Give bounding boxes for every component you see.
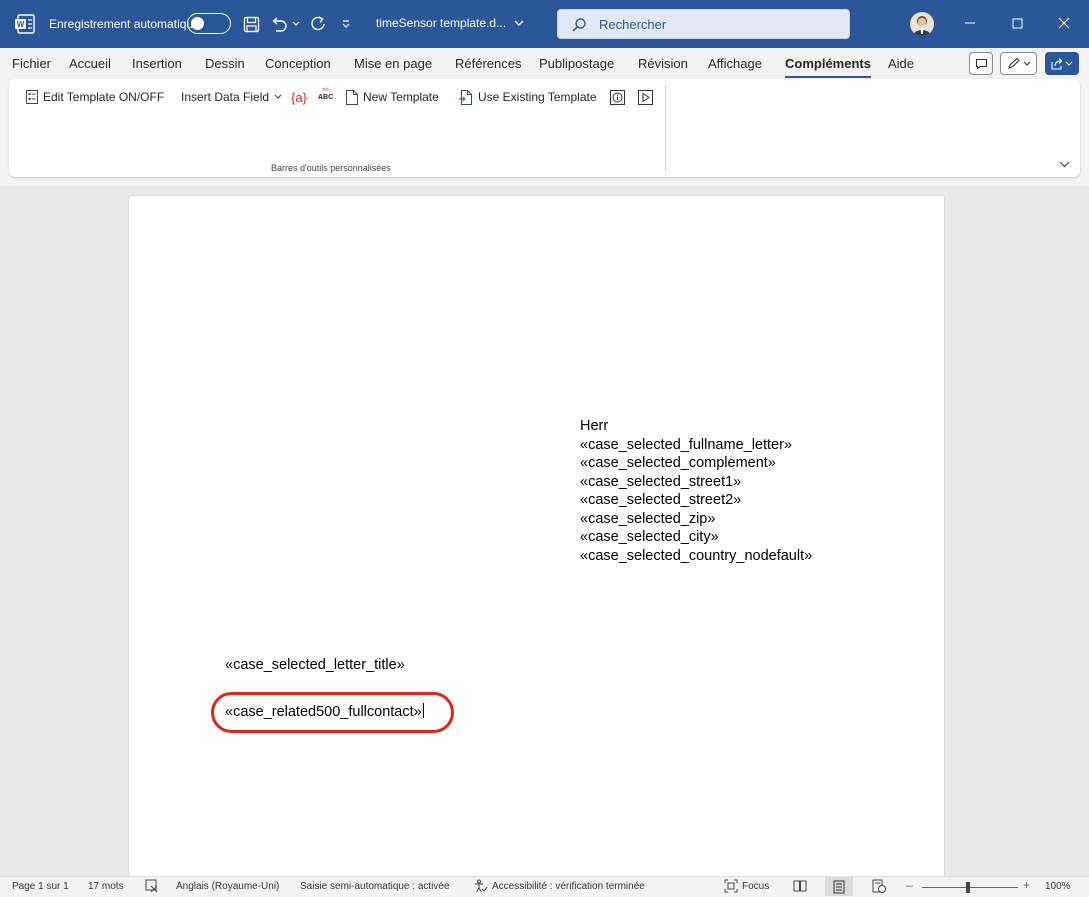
insert-data-field-label: Insert Data Field [181,90,270,104]
accessibility-label: Accessibilité : vérification terminée [492,881,645,892]
autocomplete-status[interactable]: Saisie semi-automatique : activée [300,881,450,892]
status-bar: Page 1 sur 1 17 mots Anglais (Royaume-Un… [0,876,1089,897]
edit-template-button[interactable]: Edit Template ON/OFF [26,88,164,106]
proofing-icon[interactable] [145,879,159,893]
undo-dropdown-chevron-icon[interactable] [291,11,301,37]
redo-icon[interactable] [308,11,328,37]
abc-icon: ABC [318,94,334,101]
salutation-line[interactable]: Herr [580,417,608,436]
template-icon [26,90,38,104]
close-icon[interactable] [1051,10,1077,36]
merge-field-fullname[interactable]: «case_selected_fullname_letter» [580,436,792,455]
red-highlight-annotation [211,692,454,733]
zoom-out-button[interactable]: – [906,878,913,892]
title-bar: W Enregistrement automatique timeSensor … [0,0,1089,48]
autosave-label: Enregistrement automatique [49,17,200,31]
pen-icon [1007,57,1030,69]
new-document-icon [346,89,358,105]
ribbon-separator [665,85,666,171]
tab-aide[interactable]: Aide [888,56,914,71]
page-count[interactable]: Page 1 sur 1 [12,881,69,892]
merge-field-zip[interactable]: «case_selected_zip» [580,510,715,529]
share-button[interactable] [1045,52,1079,75]
tab-mise-en-page[interactable]: Mise en page [354,56,432,71]
maximize-icon[interactable] [1004,10,1030,36]
tab-references[interactable]: Références [455,56,521,71]
chevron-down-icon [514,20,524,26]
tab-fichier[interactable]: Fichier [12,56,51,71]
accessibility-icon [475,879,488,893]
zoom-slider-thumb[interactable] [966,882,970,893]
play-icon [638,89,653,105]
tab-accueil[interactable]: Accueil [69,56,111,71]
document-page[interactable] [129,196,944,876]
tab-complements[interactable]: Compléments [785,56,871,78]
braces-icon: {a} [291,89,307,105]
merge-field-complement[interactable]: «case_selected_complement» [580,454,776,473]
customize-toolbar-icon[interactable] [339,11,353,37]
save-icon[interactable] [241,11,261,37]
use-existing-template-label: Use Existing Template [478,90,597,104]
open-document-icon [459,89,472,105]
svg-text:W: W [17,20,25,29]
info-button[interactable] [610,88,625,106]
search-icon [572,18,586,32]
ribbon-collapse-chevron-icon[interactable] [1059,157,1070,171]
merge-field-city[interactable]: «case_selected_city» [580,528,719,547]
ribbon-group-label: Barres d'outils personnalisées [271,163,391,173]
merge-field-country[interactable]: «case_selected_country_nodefault» [580,547,812,566]
toggle-field-codes-button[interactable]: {a} [291,88,307,106]
tab-revision[interactable]: Révision [638,56,688,71]
preview-results-button[interactable]: «» ABC [318,86,333,104]
word-app-icon[interactable]: W [14,13,36,35]
autosave-toggle[interactable] [187,13,231,34]
accessibility-status[interactable]: Accessibilité : vérification terminée [474,879,645,893]
focus-mode-button[interactable]: Focus [724,879,769,893]
merge-field-letter-title[interactable]: «case_selected_letter_title» [225,656,405,675]
abc-markers-icon: «» [322,87,329,93]
comments-button[interactable] [969,52,993,75]
zoom-slider-track[interactable] [922,887,1018,888]
tab-conception[interactable]: Conception [265,56,331,71]
chevron-down-icon [274,94,282,99]
minimize-icon[interactable] [957,10,983,36]
focus-icon [724,879,738,893]
search-box[interactable]: Rechercher [557,9,850,39]
info-icon [610,89,625,105]
user-avatar[interactable] [910,12,934,36]
edit-template-label: Edit Template ON/OFF [43,90,165,104]
zoom-in-button[interactable]: + [1023,878,1030,892]
play-button[interactable] [638,88,653,106]
document-filename[interactable]: timeSensor template.d... [376,16,524,30]
read-mode-icon[interactable] [793,879,807,893]
insert-data-field-dropdown[interactable]: Insert Data Field [181,88,282,106]
undo-icon[interactable] [269,11,289,37]
web-layout-icon[interactable] [872,879,886,893]
ribbon-tabs: Fichier Accueil Insertion Dessin Concept… [0,48,1089,78]
print-layout-icon[interactable] [825,877,853,896]
editing-mode-button[interactable] [1000,52,1037,75]
tab-publipostage[interactable]: Publipostage [539,56,614,71]
tab-affichage[interactable]: Affichage [708,56,762,71]
new-template-label: New Template [363,90,439,104]
filename-text: timeSensor template.d... [376,16,507,30]
zoom-level[interactable]: 100% [1045,881,1071,892]
language-indicator[interactable]: Anglais (Royaume-Uni) [176,881,279,892]
search-label: Rechercher [599,17,667,32]
share-icon [1051,57,1073,70]
tab-insertion[interactable]: Insertion [132,56,182,71]
ribbon-panel: Edit Template ON/OFF Insert Data Field {… [9,79,1080,177]
merge-field-street1[interactable]: «case_selected_street1» [580,473,741,492]
comment-icon [975,58,987,70]
use-existing-template-button[interactable]: Use Existing Template [459,88,597,106]
merge-field-street2[interactable]: «case_selected_street2» [580,491,741,510]
new-template-button[interactable]: New Template [346,88,439,106]
tab-dessin[interactable]: Dessin [205,56,245,71]
word-count[interactable]: 17 mots [88,881,124,892]
focus-label: Focus [742,881,770,892]
